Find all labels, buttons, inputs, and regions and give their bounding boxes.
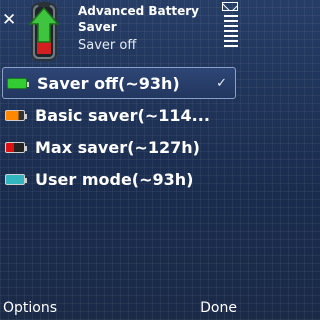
- app-subtitle: Saver off: [78, 38, 137, 53]
- menu-item-label: Max saver(~127h): [35, 137, 200, 157]
- battery-upload-icon: [28, 2, 60, 61]
- signal-bar: [224, 40, 238, 42]
- signal-bar: [224, 45, 238, 47]
- signal-bar: [224, 30, 238, 32]
- signal-bar: [224, 35, 238, 37]
- battery-red-icon: [5, 141, 27, 153]
- battery-green-icon: [7, 77, 29, 89]
- done-softkey[interactable]: Done: [200, 300, 237, 316]
- signal-bar: [224, 25, 238, 27]
- battery-teal-icon: [5, 173, 27, 185]
- softkey-bar: Options Done: [0, 298, 240, 320]
- menu-item-saver-off[interactable]: Saver off(~93h) ✓: [2, 67, 236, 99]
- app-header: ✕ Advanced Battery Saver Saver off: [0, 0, 240, 66]
- menu-item-basic-saver[interactable]: Basic saver(~114...: [0, 99, 240, 131]
- menu-item-label: Basic saver(~114...: [35, 105, 210, 125]
- menu-item-max-saver[interactable]: Max saver(~127h): [0, 131, 240, 163]
- battery-orange-icon: [5, 109, 27, 121]
- signal-bar: [224, 20, 238, 22]
- envelope-icon: [222, 2, 238, 11]
- options-softkey[interactable]: Options: [3, 300, 57, 316]
- signal-bars-icon: [224, 15, 238, 17]
- menu-item-label: User mode(~93h): [35, 169, 194, 189]
- menu-item-user-mode[interactable]: User mode(~93h): [0, 163, 240, 195]
- saver-mode-list: Saver off(~93h) ✓ Basic saver(~114... Ma…: [0, 67, 240, 195]
- check-icon: ✓: [216, 75, 227, 91]
- app-title: Advanced Battery Saver: [78, 4, 199, 34]
- menu-item-label: Saver off(~93h): [37, 73, 180, 93]
